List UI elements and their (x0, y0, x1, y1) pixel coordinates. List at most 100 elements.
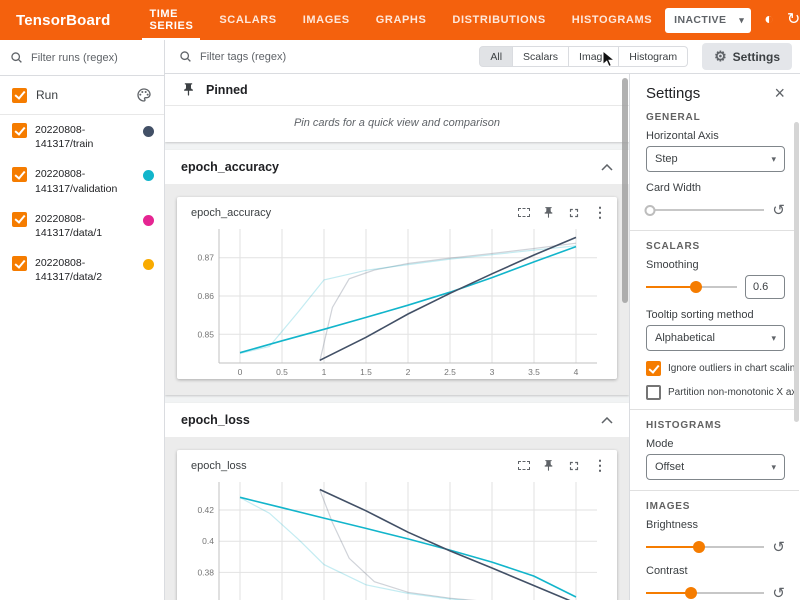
card-width-slider[interactable] (646, 204, 764, 216)
horizontal-axis-select[interactable]: Step ▾ (646, 146, 785, 172)
svg-text:0.5: 0.5 (276, 367, 288, 377)
more-options-icon[interactable]: ⋮ (593, 457, 607, 474)
run-checkbox[interactable] (12, 212, 27, 227)
section-header[interactable]: epoch_loss (165, 403, 629, 438)
tab-images[interactable]: IMAGES (290, 0, 363, 40)
settings-button-label: Settings (733, 50, 780, 64)
run-list-item[interactable]: 20220808-141317/validation (0, 159, 164, 203)
card-title: epoch_accuracy (191, 207, 271, 219)
section-epoch-accuracy: epoch_accuracy epoch_accuracy (165, 150, 629, 395)
cards-scroll-area: Pinned Pin cards for a quick view and co… (165, 74, 629, 600)
reset-icon[interactable]: ↺ (772, 538, 785, 556)
status-value: INACTIVE (674, 14, 726, 26)
palette-icon[interactable] (136, 87, 152, 103)
pin-icon[interactable] (542, 459, 555, 472)
smoothing-label: Smoothing (646, 259, 785, 271)
brightness-label: Brightness (646, 519, 785, 531)
run-list-item[interactable]: 20220808-141317/train (0, 115, 164, 159)
tag-filter-input[interactable] (200, 51, 325, 63)
run-master-checkbox[interactable] (12, 88, 27, 103)
epoch-loss-chart[interactable]: 00.511.522.533.540.360.380.40.42 (185, 476, 609, 600)
horizontal-axis-value: Step (655, 153, 678, 165)
card-header: epoch_loss ⋮ (177, 450, 617, 476)
chevron-down-icon: ▾ (771, 333, 776, 344)
fit-domain-icon[interactable] (518, 208, 530, 217)
tab-time-series[interactable]: TIME SERIES (136, 0, 206, 40)
settings-button[interactable]: ⚙ Settings (702, 43, 792, 70)
more-options-icon[interactable]: ⋮ (593, 204, 607, 221)
data-status-dropdown[interactable]: INACTIVE ▾ (665, 8, 751, 33)
svg-text:0.87: 0.87 (197, 253, 214, 263)
svg-text:2: 2 (406, 367, 411, 377)
tab-scalars[interactable]: SCALARS (206, 0, 289, 40)
reset-icon[interactable]: ↺ (772, 584, 785, 600)
svg-text:0.4: 0.4 (202, 536, 214, 546)
section-epoch-loss: epoch_loss epoch_loss ⋮ (165, 403, 629, 600)
svg-text:4: 4 (574, 367, 579, 377)
section-title: epoch_loss (181, 413, 250, 427)
chip-image[interactable]: Image (569, 46, 619, 67)
epoch-accuracy-chart[interactable]: 00.511.522.533.540.850.860.87 (185, 223, 609, 379)
chip-histogram[interactable]: Histogram (619, 46, 688, 67)
settings-scrollbar[interactable] (794, 122, 799, 422)
tag-toolbar: All Scalars Image Histogram ⚙ Settings (165, 40, 800, 74)
fit-domain-icon[interactable] (518, 461, 530, 470)
svg-text:3: 3 (490, 367, 495, 377)
tooltip-sorting-select[interactable]: Alphabetical ▾ (646, 325, 785, 351)
card-width-label: Card Width (646, 182, 785, 194)
brightness-slider[interactable] (646, 541, 764, 553)
contrast-label: Contrast (646, 565, 785, 577)
chevron-up-icon[interactable] (601, 417, 613, 424)
ignore-outliers-checkbox[interactable]: Ignore outliers in chart scaling (646, 361, 785, 376)
chevron-down-icon: ▾ (771, 154, 776, 165)
scalar-card-epoch-loss: epoch_loss ⋮ 00.511.522.533.540.360.380.… (177, 450, 617, 600)
smoothing-value-input[interactable]: 0.6 (745, 275, 785, 299)
horizontal-axis-label: Horizontal Axis (646, 130, 785, 142)
run-list-item[interactable]: 20220808-141317/data/1 (0, 204, 164, 248)
run-master-label: Run (36, 88, 58, 102)
pin-icon[interactable] (542, 206, 555, 219)
svg-text:1: 1 (322, 367, 327, 377)
svg-text:0.42: 0.42 (197, 505, 214, 515)
run-checkbox[interactable] (12, 167, 27, 182)
run-label: 20220808-141317/train (35, 123, 135, 151)
contrast-slider[interactable] (646, 587, 764, 599)
tab-distributions[interactable]: DISTRIBUTIONS (439, 0, 558, 40)
theme-toggle-icon[interactable]: ◐ (764, 12, 774, 28)
images-heading: IMAGES (646, 501, 785, 512)
divider (630, 230, 799, 231)
chip-scalars[interactable]: Scalars (513, 46, 569, 67)
reset-icon[interactable]: ↺ (772, 201, 785, 219)
tab-histograms[interactable]: HISTOGRAMS (559, 0, 665, 40)
fullscreen-icon[interactable] (567, 459, 581, 473)
run-checkbox[interactable] (12, 123, 27, 138)
tooltip-sorting-value: Alphabetical (655, 332, 715, 344)
partition-x-axis-checkbox[interactable]: Partition non-monotonic X axis i (646, 385, 785, 400)
refresh-icon[interactable]: ↻ (787, 12, 800, 28)
histogram-mode-select[interactable]: Offset ▾ (646, 454, 785, 480)
close-icon[interactable]: × (774, 84, 785, 102)
settings-panel: Settings × GENERAL Horizontal Axis Step … (629, 74, 799, 600)
checkbox-icon (646, 385, 661, 400)
header-actions: INACTIVE ▾ ◐ ↻ ⚙ ? (665, 8, 800, 33)
divider (630, 409, 799, 410)
run-filter-input[interactable] (31, 52, 149, 64)
svg-text:0.85: 0.85 (197, 329, 214, 339)
section-header[interactable]: epoch_accuracy (165, 150, 629, 185)
run-color-dot (143, 259, 154, 270)
fullscreen-icon[interactable] (567, 206, 581, 220)
run-label: 20220808-141317/validation (35, 167, 135, 195)
cards-scrollbar[interactable] (622, 78, 628, 303)
search-icon (10, 51, 23, 64)
smoothing-slider[interactable] (646, 281, 737, 293)
run-checkbox[interactable] (12, 256, 27, 271)
section-body: epoch_accuracy ⋮ 00.511.522.533.540.850.… (165, 185, 629, 395)
svg-text:1.5: 1.5 (360, 367, 372, 377)
tab-graphs[interactable]: GRAPHS (363, 0, 440, 40)
run-color-dot (143, 126, 154, 137)
chevron-up-icon[interactable] (601, 164, 613, 171)
chip-all[interactable]: All (479, 46, 513, 67)
run-master-row[interactable]: Run (0, 76, 164, 115)
run-list-item[interactable]: 20220808-141317/data/2 (0, 248, 164, 292)
card-title: epoch_loss (191, 460, 247, 472)
